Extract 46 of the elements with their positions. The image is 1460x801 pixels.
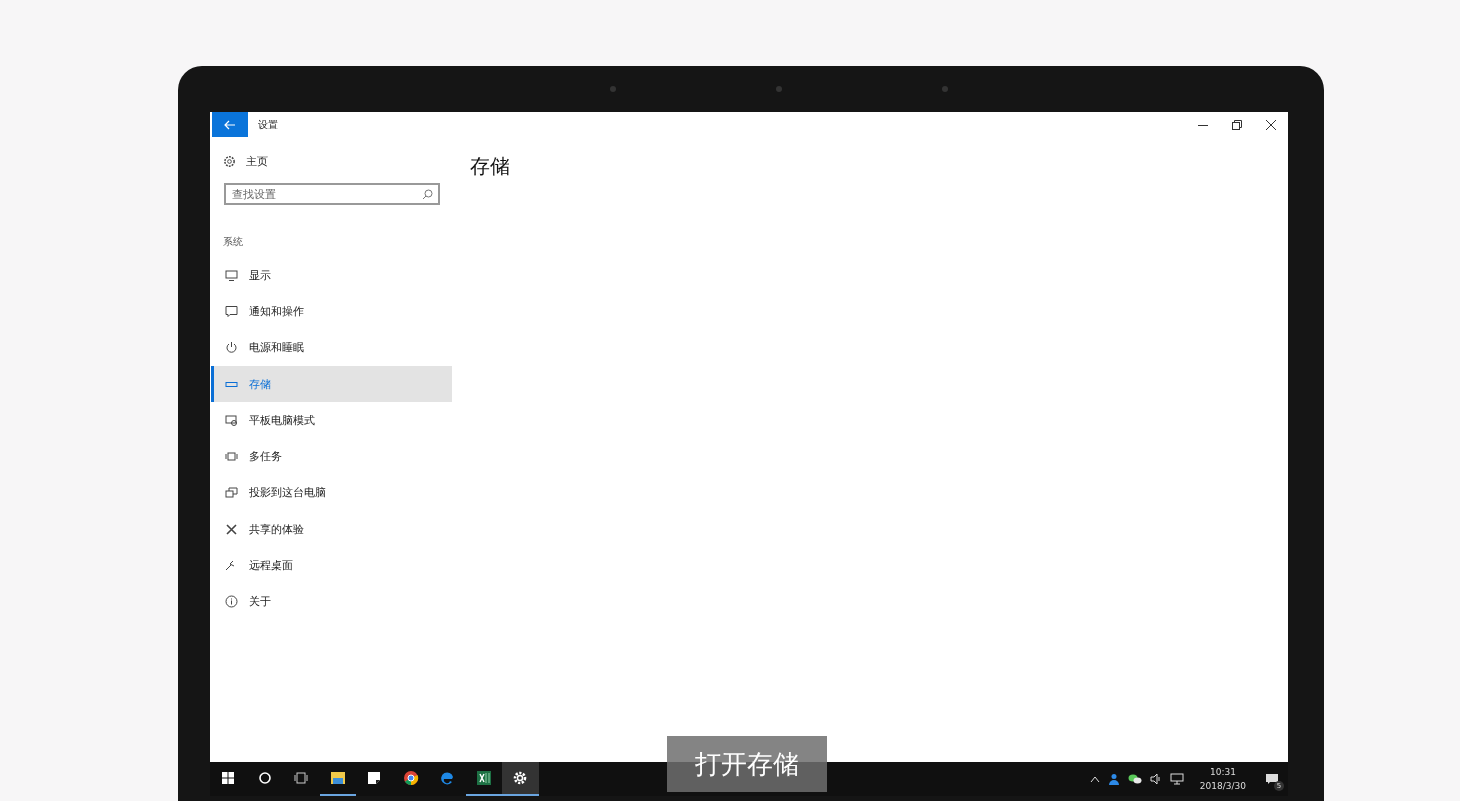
taskbar-app[interactable] bbox=[502, 762, 539, 796]
chat-icon[interactable] bbox=[1127, 773, 1142, 785]
person-icon[interactable] bbox=[1107, 773, 1120, 785]
nav-item[interactable]: 共享的体验 bbox=[211, 511, 452, 548]
back-arrow-icon bbox=[224, 119, 236, 130]
nav-item[interactable]: 投影到这台电脑 bbox=[211, 474, 452, 512]
clock-time[interactable]: 10:31 bbox=[1209, 765, 1236, 779]
nav-item[interactable]: 电源和睡眠 bbox=[211, 329, 452, 366]
sensor-dot bbox=[610, 86, 616, 92]
nav-item[interactable]: 平板电脑模式 bbox=[211, 402, 452, 439]
close-icon bbox=[1266, 119, 1276, 130]
note-icon bbox=[366, 770, 383, 786]
nav-item[interactable]: 关于 bbox=[211, 583, 452, 620]
circle-icon bbox=[256, 770, 273, 786]
nav-item[interactable]: 多任务 bbox=[211, 438, 452, 475]
clock-date[interactable]: 2018/3/30 bbox=[1199, 779, 1246, 793]
home-link[interactable]: 主页 bbox=[212, 143, 452, 179]
task-view-icon bbox=[293, 770, 310, 786]
message-icon bbox=[1265, 773, 1279, 785]
settings-icon bbox=[512, 770, 529, 786]
nav-item[interactable]: 存储 bbox=[211, 365, 452, 403]
chevron-up-icon[interactable] bbox=[1089, 775, 1100, 783]
browser-icon bbox=[402, 770, 419, 786]
section-heading: 系统 bbox=[222, 235, 244, 249]
speaker-icon[interactable] bbox=[1149, 773, 1162, 785]
windows-icon bbox=[220, 770, 237, 786]
spreadsheet-icon bbox=[475, 770, 492, 786]
window-title: 设置 bbox=[258, 117, 278, 132]
nav-item[interactable]: 通知和操作 bbox=[211, 293, 452, 330]
sensor-dot bbox=[942, 86, 948, 92]
speech-bubble-icon bbox=[225, 304, 238, 318]
camera-lens bbox=[776, 86, 782, 92]
folder-icon bbox=[329, 770, 346, 786]
search-field[interactable]: 查找设置 bbox=[224, 183, 440, 205]
restore-icon bbox=[1232, 119, 1242, 130]
power-icon bbox=[225, 341, 238, 355]
browser-icon bbox=[439, 770, 456, 786]
search-icon bbox=[422, 188, 433, 200]
info-icon bbox=[225, 595, 238, 609]
video-caption: 打开存储 bbox=[667, 736, 827, 792]
nav-item[interactable]: 远程桌面 bbox=[211, 547, 452, 584]
cross-arrows-icon bbox=[225, 522, 238, 536]
gear-icon bbox=[223, 154, 236, 168]
page-title: 存储 bbox=[470, 153, 511, 180]
nav-item[interactable]: 显示 bbox=[211, 257, 452, 294]
network-icon[interactable] bbox=[1169, 773, 1184, 785]
